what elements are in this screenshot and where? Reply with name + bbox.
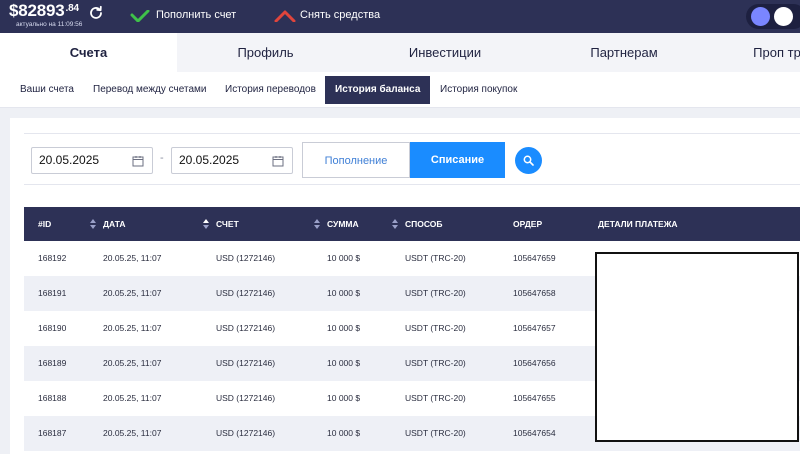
cell-id: 168191 <box>38 288 67 298</box>
date-from-value: 20.05.2025 <box>39 153 100 167</box>
balance-cents: .84 <box>65 3 80 14</box>
col-method[interactable]: СПОСОБ <box>405 207 443 241</box>
date-to-value: 20.05.2025 <box>179 153 240 167</box>
cell-id: 168188 <box>38 393 67 403</box>
calendar-icon[interactable] <box>272 155 284 167</box>
cell-amount: 10 000 $ <box>327 253 361 263</box>
tab-profile[interactable]: Профиль <box>177 33 354 72</box>
cell-method: USDT (TRC-20) <box>405 323 466 333</box>
search-button[interactable] <box>515 147 542 174</box>
cell-id: 168192 <box>38 253 67 263</box>
main-nav: Счета Профиль Инвестиции Партнерам Проп … <box>0 33 800 72</box>
theme-toggle[interactable] <box>746 4 800 29</box>
subtab-transfer-between-accounts[interactable]: Перевод между счетами <box>83 76 216 104</box>
search-icon <box>523 155 534 166</box>
cell-date: 20.05.25, 11:07 <box>103 393 162 403</box>
subtab-purchase-history[interactable]: История покупок <box>430 76 527 104</box>
cell-order: 105647659 <box>513 253 556 263</box>
cell-account: USD (1272146) <box>216 323 276 333</box>
cell-account: USD (1272146) <box>216 393 276 403</box>
cell-order: 105647655 <box>513 393 556 403</box>
col-payment-details[interactable]: ДЕТАЛИ ПЛАТЕЖА <box>598 207 678 241</box>
tab-partners[interactable]: Партнерам <box>536 33 712 72</box>
balance-display: $82893.84 <box>9 1 79 21</box>
col-order[interactable]: ОРДЕР <box>513 207 542 241</box>
withdraw-label: Снять средства <box>300 9 381 21</box>
col-account[interactable]: СЧЕТ <box>216 207 239 241</box>
check-icon <box>130 10 150 22</box>
cell-date: 20.05.25, 11:07 <box>103 323 162 333</box>
sort-icon[interactable] <box>392 219 398 229</box>
cell-amount: 10 000 $ <box>327 428 361 438</box>
cell-order: 105647654 <box>513 428 556 438</box>
type-withdraw-toggle[interactable]: Списание <box>410 142 505 178</box>
cell-date: 20.05.25, 11:07 <box>103 428 162 438</box>
cell-id: 168189 <box>38 358 67 368</box>
cell-amount: 10 000 $ <box>327 393 361 403</box>
type-deposit-toggle[interactable]: Пополнение <box>302 142 410 178</box>
subtab-transfer-history[interactable]: История переводов <box>215 76 326 104</box>
cell-id: 168187 <box>38 428 67 438</box>
cell-method: USDT (TRC-20) <box>405 358 466 368</box>
sort-icon[interactable] <box>203 219 209 229</box>
cell-method: USDT (TRC-20) <box>405 393 466 403</box>
col-id[interactable]: #ID <box>38 207 51 241</box>
cell-account: USD (1272146) <box>216 428 276 438</box>
chevron-up-icon <box>274 10 296 22</box>
cell-amount: 10 000 $ <box>327 288 361 298</box>
cell-date: 20.05.25, 11:07 <box>103 358 162 368</box>
cell-account: USD (1272146) <box>216 253 276 263</box>
top-bar: $82893.84 актуально на 11:09:56 Пополнит… <box>0 0 800 33</box>
date-from-field[interactable]: 20.05.2025 <box>31 147 153 174</box>
balance-main: $82893 <box>9 1 65 20</box>
col-amount[interactable]: СУММА <box>327 207 359 241</box>
cell-date: 20.05.25, 11:07 <box>103 253 162 263</box>
deposit-button[interactable]: Пополнить счет <box>130 9 250 25</box>
redacted-payment-details <box>595 252 799 442</box>
withdraw-button[interactable]: Снять средства <box>274 9 394 25</box>
sun-icon <box>751 7 770 26</box>
sort-icon[interactable] <box>90 219 96 229</box>
sub-nav: Ваши счета Перевод между счетами История… <box>0 72 800 108</box>
col-date[interactable]: ДАТА <box>103 207 126 241</box>
subtab-balance-history[interactable]: История баланса <box>325 76 430 104</box>
cell-order: 105647658 <box>513 288 556 298</box>
subtab-your-accounts[interactable]: Ваши счета <box>10 76 84 104</box>
cell-method: USDT (TRC-20) <box>405 253 466 263</box>
cell-method: USDT (TRC-20) <box>405 428 466 438</box>
cell-order: 105647657 <box>513 323 556 333</box>
cell-account: USD (1272146) <box>216 288 276 298</box>
date-separator: - <box>160 152 164 164</box>
balance-updated-time: актуально на 11:09:56 <box>16 21 83 28</box>
table-header: #ID ДАТА СЧЕТ СУММА СПОСОБ ОРДЕР ДЕТАЛИ … <box>24 207 800 241</box>
cell-amount: 10 000 $ <box>327 358 361 368</box>
sort-icon[interactable] <box>314 219 320 229</box>
toggle-knob <box>774 7 793 26</box>
tab-investments[interactable]: Инвестиции <box>354 33 536 72</box>
cell-id: 168190 <box>38 323 67 333</box>
calendar-icon[interactable] <box>132 155 144 167</box>
cell-amount: 10 000 $ <box>327 323 361 333</box>
refresh-icon[interactable] <box>88 5 104 21</box>
deposit-label: Пополнить счет <box>156 9 237 21</box>
cell-date: 20.05.25, 11:07 <box>103 288 162 298</box>
tab-prop-trading[interactable]: Проп тр <box>712 33 800 72</box>
cell-method: USDT (TRC-20) <box>405 288 466 298</box>
tab-accounts[interactable]: Счета <box>0 33 177 72</box>
cell-order: 105647656 <box>513 358 556 368</box>
filter-bar: 20.05.2025 - 20.05.2025 Пополнение Списа… <box>24 133 800 185</box>
date-to-field[interactable]: 20.05.2025 <box>171 147 293 174</box>
cell-account: USD (1272146) <box>216 358 276 368</box>
